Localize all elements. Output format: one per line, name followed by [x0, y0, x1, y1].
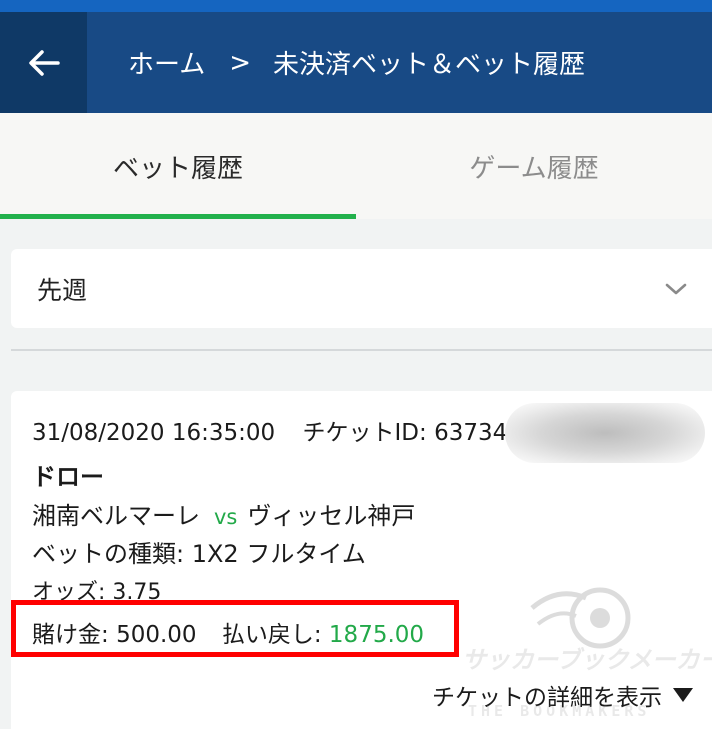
redacted-blur	[505, 403, 705, 463]
tab-game-history[interactable]: ゲーム履歴	[356, 113, 712, 219]
arrow-left-icon	[28, 49, 60, 76]
bet-type: ベットの種類: 1X2 フルタイム	[32, 540, 366, 568]
triangle-down-icon	[673, 688, 693, 702]
away-team: ヴィッセル神戸	[247, 502, 416, 530]
tab-bet-history[interactable]: ベット履歴	[0, 113, 356, 219]
ticket-id-value: 63734	[434, 420, 508, 446]
back-button[interactable]	[0, 12, 87, 113]
match-teams: 湘南ベルマーレ vs ヴィッセル神戸	[32, 496, 415, 531]
ticket-id-label: チケットID:	[302, 420, 427, 446]
vs-label: vs	[214, 505, 238, 529]
tab-game-history-label: ゲーム履歴	[469, 153, 599, 184]
stake-label: 賭け金:	[32, 622, 109, 648]
ticket-datetime: 31/08/2020 16:35:00	[32, 420, 276, 446]
breadcrumb-home[interactable]: ホーム	[128, 44, 205, 81]
page: ホーム > 未決済ベット＆ベット履歴 ベット履歴 ゲーム履歴 先週 31/08/…	[0, 0, 712, 729]
tab-bet-history-label: ベット履歴	[112, 153, 243, 184]
chevron-down-icon	[665, 283, 687, 294]
stake-value: 500.00	[116, 622, 197, 648]
breadcrumb-separator: >	[229, 47, 252, 78]
payout-value: 1875.00	[328, 622, 425, 648]
payout-label: 払い戻し:	[221, 622, 322, 648]
breadcrumb: ホーム > 未決済ベット＆ベット履歴	[128, 12, 585, 113]
watermark-subtext: THE BOOKMAKERS	[468, 702, 651, 720]
stake-payout: 賭け金: 500.00 払い戻し: 1875.00	[32, 615, 424, 649]
breadcrumb-current: 未決済ベット＆ベット履歴	[273, 50, 586, 80]
bet-selection: ドロー	[32, 463, 104, 491]
period-dropdown[interactable]: 先週	[11, 249, 712, 328]
divider	[11, 349, 712, 351]
watermark-text: サッカーブックメーカーズ	[462, 646, 712, 674]
active-tab-indicator	[0, 214, 356, 219]
header-bar: ホーム > 未決済ベット＆ベット履歴	[0, 12, 712, 113]
ticket-meta: 31/08/2020 16:35:00 チケットID: 63734	[32, 413, 507, 447]
period-dropdown-value: 先週	[37, 275, 88, 305]
home-team: 湘南ベルマーレ	[32, 502, 200, 530]
tab-bar: ベット履歴 ゲーム履歴	[0, 113, 712, 219]
ticket-card: 31/08/2020 16:35:00 チケットID: 63734 ドロー 湘南…	[11, 391, 712, 729]
top-strip	[0, 0, 712, 12]
